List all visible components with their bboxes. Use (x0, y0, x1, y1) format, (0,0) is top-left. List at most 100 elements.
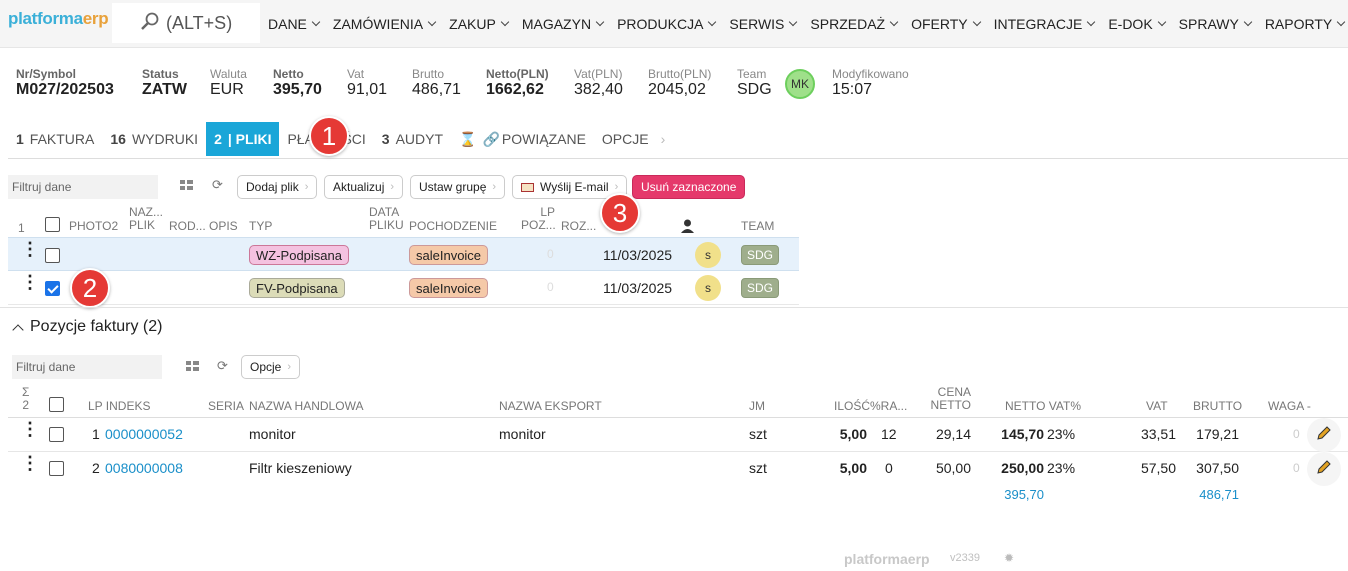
user-avatar[interactable]: s (695, 242, 721, 268)
col-lp-indeks[interactable]: LP INDEKS (88, 400, 150, 413)
annotation-marker-2: 2 (70, 268, 110, 308)
brutto-label: Brutto (412, 67, 445, 81)
positions-section-toggle[interactable]: Pozycje faktury (2) (12, 318, 162, 336)
chevron-right-icon: › (390, 181, 395, 193)
menu-zamowienia[interactable]: ZAMÓWIENIA (333, 16, 437, 32)
col-brutto[interactable]: BRUTTO (1193, 400, 1242, 413)
files-filter-input[interactable]: Filtruj dane (8, 175, 158, 199)
col-lp-poz[interactable]: LP POZ... (521, 206, 556, 232)
search-icon (140, 11, 160, 36)
set-group-button[interactable]: Ustaw grupę › (410, 175, 506, 199)
col-waga[interactable]: WAGA - (1268, 400, 1311, 413)
delete-selected-button[interactable]: Usuń zaznaczone (632, 175, 746, 199)
button-label: Opcje (250, 360, 282, 374)
button-label: Ustaw grupę (419, 180, 487, 194)
origin-tag: saleInvoice (409, 245, 489, 265)
position-name: Filtr kieszeniowy (249, 460, 352, 476)
refresh-icon[interactable]: ⟳ (212, 177, 223, 193)
menu-dane[interactable]: DANE (268, 16, 321, 32)
global-search[interactable]: (ALT+S) (112, 3, 260, 43)
user-avatar[interactable]: MK (785, 69, 815, 99)
row-menu-icon[interactable]: ⋮ (21, 273, 39, 291)
search-shortcut-label: (ALT+S) (166, 12, 233, 33)
link-icon: 🔗 (482, 130, 500, 147)
tab-audyt[interactable]: 3 AUDYT (374, 122, 451, 156)
edit-row-button[interactable] (1307, 452, 1341, 486)
annotation-marker-1: 1 (309, 116, 349, 156)
lp-value: 0 (547, 280, 554, 294)
col-nazwa-handlowa[interactable]: NAZWA HANDLOWA (249, 400, 363, 413)
col-pochodzenie[interactable]: POCHODZENIE (409, 220, 497, 233)
status-label: Status (142, 67, 179, 81)
row-menu-icon[interactable]: ⋮ (21, 420, 39, 438)
col-seria[interactable]: SERIA (208, 400, 244, 413)
app-logo[interactable]: platformaerp (8, 9, 109, 29)
modified-label: Modyfikowano (832, 67, 909, 81)
grid-view-icon[interactable] (186, 360, 199, 375)
positions-filter-input[interactable]: Filtruj dane (12, 355, 162, 379)
menu-zakup[interactable]: ZAKUP (449, 16, 510, 32)
col-opis[interactable]: OPIS (209, 220, 238, 233)
menu-magazyn[interactable]: MAGAZYN (522, 16, 605, 32)
chevron-down-icon (1243, 17, 1253, 27)
tab-opcje[interactable]: OPCJE › (594, 122, 673, 156)
position-index-link[interactable]: 0000000052 (105, 426, 183, 442)
options-button[interactable]: Opcje › (241, 355, 301, 379)
refresh-icon[interactable]: ⟳ (217, 358, 228, 374)
file-row-checkbox[interactable] (45, 248, 60, 263)
file-row-checkbox[interactable] (45, 281, 60, 296)
col-vat[interactable]: VAT (1146, 400, 1168, 413)
brutto-value: 486,71 (412, 81, 461, 98)
button-label: Dodaj plik (246, 180, 299, 194)
position-discount: 12 (881, 426, 897, 442)
col-rodzaj[interactable]: ROD... (169, 220, 206, 233)
position-row-checkbox[interactable] (49, 427, 64, 442)
position-index-link[interactable]: 0080000008 (105, 460, 183, 476)
select-all-positions-checkbox[interactable] (49, 397, 64, 412)
tab-faktura[interactable]: 1 FAKTURA (8, 122, 102, 156)
col-rabat[interactable]: %RA... (870, 400, 907, 413)
footer-logo: platformaerp (844, 551, 930, 567)
col-jm[interactable]: JM (749, 400, 765, 413)
refresh-button[interactable]: Aktualizuj › (324, 175, 404, 199)
menu-e-dok[interactable]: E-DOK (1108, 16, 1166, 32)
menu-sprzedaz[interactable]: SPRZEDAŻ (810, 16, 899, 32)
col-photo2[interactable]: PHOTO2 (69, 220, 118, 233)
tab-label: AUDYT (395, 131, 444, 147)
menu-integracje[interactable]: INTEGRACJE (994, 16, 1096, 32)
col-naz-plik[interactable]: NAZ... PLIK (129, 206, 163, 232)
position-discount: 0 (885, 460, 893, 476)
file-row[interactable]: ⋮ WZ-Podpisana saleInvoice 0 11/03/2025 … (8, 237, 799, 271)
tab-wydruki[interactable]: 16 WYDRUKI (102, 122, 206, 156)
col-netto-vat[interactable]: NETTO VAT% (1005, 400, 1081, 413)
chevron-up-icon (12, 323, 24, 336)
col-cena-netto[interactable]: CENA NETTO (920, 386, 971, 412)
menu-serwis[interactable]: SERWIS (729, 16, 798, 32)
user-avatar[interactable]: s (695, 275, 721, 301)
select-all-files-checkbox[interactable] (45, 217, 60, 232)
add-file-button[interactable]: Dodaj plik › (237, 175, 318, 199)
col-rozmiar[interactable]: ROZ... (561, 220, 596, 233)
menu-raporty[interactable]: RAPORTY (1265, 16, 1346, 32)
position-row[interactable]: ⋮ 2 0080000008 Filtr kieszeniowy szt 5,0… (8, 452, 1348, 486)
file-row[interactable]: ⋮ FV-Podpisana saleInvoice 0 11/03/2025 … (8, 271, 799, 305)
col-data-pliku[interactable]: DATA PLIKU (369, 206, 404, 232)
edit-row-button[interactable] (1307, 418, 1341, 452)
position-row-checkbox[interactable] (49, 461, 64, 476)
nr-value: M027/202503 (16, 81, 114, 98)
menu-produkcja[interactable]: PRODUKCJA (617, 16, 717, 32)
col-typ[interactable]: TYP (249, 220, 272, 233)
bug-icon[interactable]: ✹ (1004, 551, 1014, 565)
tab-pliki[interactable]: 2 | PLIKI (206, 122, 280, 156)
col-team[interactable]: TEAM (741, 220, 774, 233)
col-ilosc[interactable]: ILOŚĆ (834, 400, 870, 413)
row-menu-icon[interactable]: ⋮ (21, 240, 39, 258)
row-menu-icon[interactable]: ⋮ (21, 454, 39, 472)
tab-powiazane[interactable]: ⌛ 🔗 POWIĄZANE (451, 122, 594, 156)
grid-view-icon[interactable] (180, 179, 193, 194)
position-row[interactable]: ⋮ 1 0000000052 monitor monitor szt 5,00 … (8, 418, 1348, 452)
menu-oferty[interactable]: OFERTY (911, 16, 981, 32)
menu-sprawy[interactable]: SPRAWY (1179, 16, 1253, 32)
col-nazwa-eksport[interactable]: NAZWA EKSPORT (499, 400, 602, 413)
file-type-tag: WZ-Podpisana (249, 245, 349, 265)
